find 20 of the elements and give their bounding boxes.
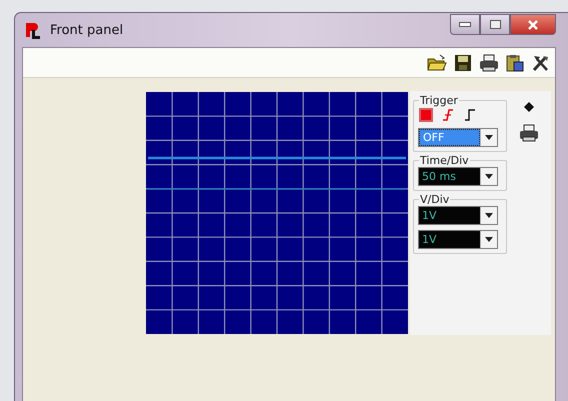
maximize-button[interactable]: [480, 14, 510, 35]
stop-button[interactable]: [418, 107, 434, 123]
save-icon[interactable]: [453, 54, 473, 72]
falling-edge-icon[interactable]: [440, 107, 456, 123]
group-title: V/Div: [419, 193, 450, 206]
minimize-button[interactable]: [450, 14, 480, 35]
v-div-dropdown[interactable]: 1V: [418, 206, 498, 225]
app-logo-icon: [24, 21, 42, 39]
clipboard-icon[interactable]: [505, 54, 525, 72]
printer-icon[interactable]: [478, 54, 500, 72]
time-div-dropdown[interactable]: 50 ms: [418, 167, 498, 186]
printer-icon[interactable]: [519, 124, 539, 142]
rising-edge-icon[interactable]: [462, 107, 478, 123]
close-icon: [527, 20, 539, 30]
v-div-dropdown[interactable]: 1V: [418, 230, 498, 249]
group-title: Time/Div: [419, 154, 470, 167]
close-button[interactable]: [510, 14, 556, 35]
open-folder-icon[interactable]: [426, 54, 448, 72]
window-title: Front panel: [50, 22, 124, 38]
group-title: Trigger: [419, 94, 459, 107]
